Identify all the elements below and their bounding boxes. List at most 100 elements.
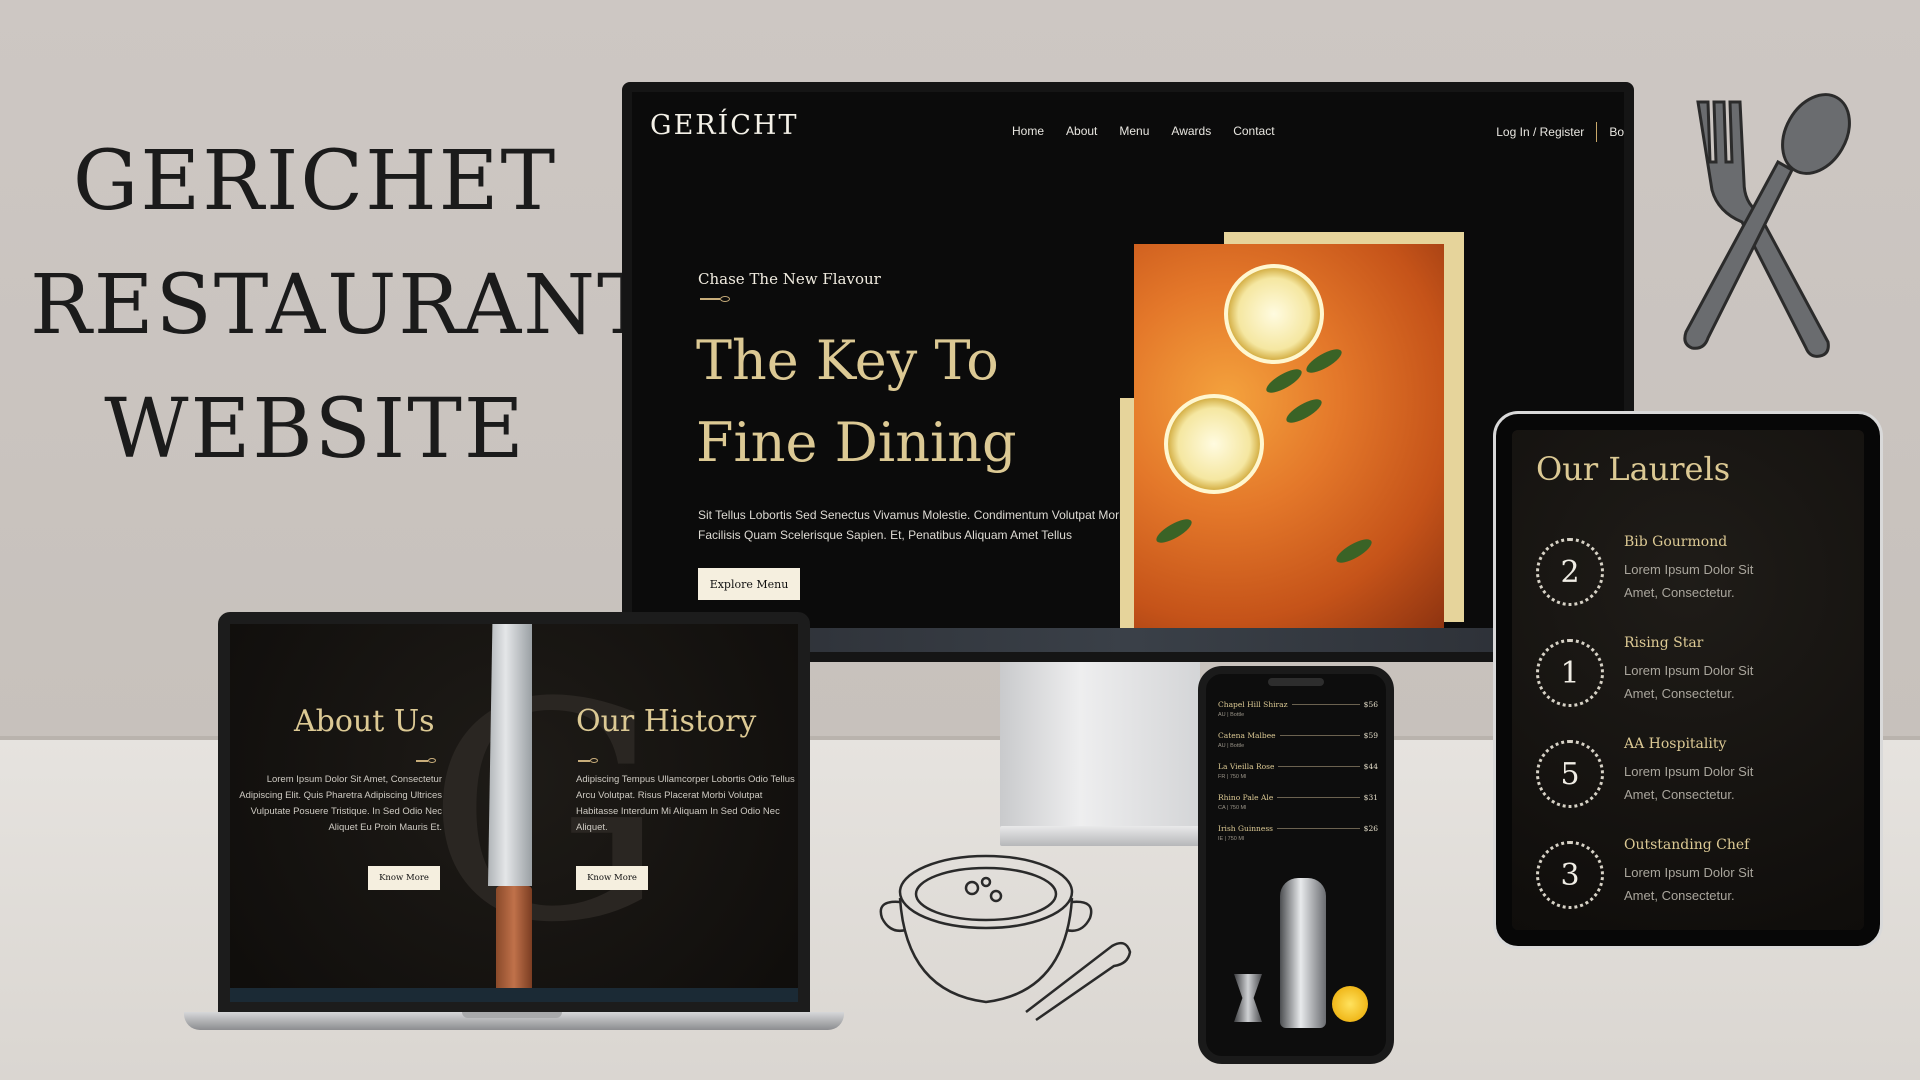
menu-leader-line bbox=[1277, 797, 1360, 798]
about-know-more-button[interactable]: Know More bbox=[368, 866, 440, 890]
desktop-monitor: GERÍCHT Home About Menu Awards Contact L… bbox=[622, 82, 1634, 662]
hero-description: Sit Tellus Lobortis Sed Senectus Vivamus… bbox=[698, 508, 1129, 542]
menu-item-detail: CA | 750 Ml bbox=[1218, 805, 1247, 811]
laurel-description: Lorem Ipsum Dolor Sit Amet, Consectetur. bbox=[1624, 865, 1754, 903]
history-text: Adipiscing Tempus Ullamcorper Lobortis O… bbox=[576, 774, 795, 833]
menu-item-detail: IE | 750 Ml bbox=[1218, 836, 1245, 842]
menu-item-price: $31 bbox=[1363, 793, 1378, 802]
menu-item-name: La Vieilla Rose bbox=[1218, 762, 1275, 771]
laurel-name: Outstanding Chef bbox=[1624, 837, 1750, 853]
nav-divider bbox=[1596, 122, 1598, 142]
laurel-name: Rising Star bbox=[1624, 635, 1704, 651]
site-logo[interactable]: GERÍCHT bbox=[650, 110, 799, 141]
laurel-wreath-icon: 2 bbox=[1536, 538, 1604, 606]
drinks-menu-list: Chapel Hill Shiraz $56 AU | Bottle Catena… bbox=[1218, 700, 1378, 855]
menu-leader-line bbox=[1291, 704, 1360, 705]
menu-item[interactable]: Catena Malbee $59 AU | Bottle bbox=[1218, 731, 1378, 762]
promo-headline: GERICHET RESTAURANT WEBSITE bbox=[30, 120, 654, 492]
monitor-stand bbox=[1000, 662, 1200, 832]
about-title: About Us bbox=[294, 704, 435, 739]
fork-spoon-icon bbox=[1683, 93, 1851, 358]
laurel-item: 5 AA Hospitality Lorem Ipsum Dolor Sit A… bbox=[1536, 736, 1856, 816]
menu-item-name: Irish Guinness bbox=[1218, 824, 1274, 833]
laurel-description: Lorem Ipsum Dolor Sit Amet, Consectetur. bbox=[1624, 663, 1754, 701]
menu-item-name: Rhino Pale Ale bbox=[1218, 793, 1274, 802]
nav-about[interactable]: About bbox=[1066, 124, 1097, 138]
nav-home[interactable]: Home bbox=[1012, 124, 1044, 138]
lemon-slice bbox=[1224, 264, 1324, 364]
laurel-item: 3 Outstanding Chef Lorem Ipsum Dolor Sit… bbox=[1536, 837, 1856, 917]
soup-bowl-sketch-icon bbox=[879, 854, 1132, 1022]
main-nav: Home About Menu Awards Contact bbox=[1012, 124, 1275, 138]
laurels-title: Our Laurels bbox=[1536, 450, 1731, 488]
tablet: Our Laurels 2 Bib Gourmond Lorem Ipsum D… bbox=[1496, 414, 1880, 946]
salmon-dish-image bbox=[1134, 244, 1444, 630]
menu-item-detail: FR | 750 Ml bbox=[1218, 774, 1247, 780]
tablet-screen: Our Laurels 2 Bib Gourmond Lorem Ipsum D… bbox=[1512, 430, 1864, 930]
laurel-description: Lorem Ipsum Dolor Sit Amet, Consectetur. bbox=[1624, 562, 1754, 600]
menu-item-name: Catena Malbee bbox=[1218, 731, 1276, 740]
laurel-description: Lorem Ipsum Dolor Sit Amet, Consectetur. bbox=[1624, 764, 1754, 802]
jigger-image bbox=[1234, 974, 1262, 1022]
about-divider-bowl bbox=[428, 758, 436, 763]
nav-awards[interactable]: Awards bbox=[1171, 124, 1211, 138]
hero-title: The Key To Fine Dining bbox=[696, 329, 1017, 474]
menu-leader-line bbox=[1277, 828, 1360, 829]
cocktail-shaker-image bbox=[1280, 878, 1326, 1028]
headline-line-2: RESTAURANT bbox=[30, 258, 654, 353]
menu-item-name: Chapel Hill Shiraz bbox=[1218, 700, 1288, 709]
spoon-divider-bowl bbox=[720, 296, 730, 302]
knife-blade bbox=[488, 624, 532, 886]
laurel-name: Bib Gourmond bbox=[1624, 534, 1728, 550]
book-table-link[interactable]: Bo bbox=[1609, 125, 1624, 139]
lemon-slice bbox=[1164, 394, 1264, 494]
os-taskbar[interactable] bbox=[230, 988, 798, 1002]
menu-leader-line bbox=[1278, 766, 1360, 767]
spoon-divider bbox=[700, 298, 720, 300]
tablet-camera bbox=[1674, 420, 1701, 425]
herb-garnish bbox=[1153, 514, 1195, 548]
menu-item-price: $26 bbox=[1363, 824, 1378, 833]
nav-contact[interactable]: Contact bbox=[1233, 124, 1274, 138]
history-know-more-button[interactable]: Know More bbox=[576, 866, 648, 890]
menu-item-price: $56 bbox=[1363, 700, 1378, 709]
about-divider bbox=[416, 760, 428, 762]
menu-item[interactable]: Rhino Pale Ale $31 CA | 750 Ml bbox=[1218, 793, 1378, 824]
history-title: Our History bbox=[576, 704, 757, 739]
laurel-item: 2 Bib Gourmond Lorem Ipsum Dolor Sit Ame… bbox=[1536, 534, 1856, 614]
history-divider bbox=[578, 760, 590, 762]
menu-item-price: $44 bbox=[1363, 762, 1378, 771]
laurel-wreath-icon: 1 bbox=[1536, 639, 1604, 707]
explore-menu-button[interactable]: Explore Menu bbox=[698, 568, 800, 600]
herb-garnish bbox=[1283, 394, 1325, 428]
menu-item-detail: AU | Bottle bbox=[1218, 712, 1245, 718]
menu-item-detail: AU | Bottle bbox=[1218, 743, 1245, 749]
laurel-item: 1 Rising Star Lorem Ipsum Dolor Sit Amet… bbox=[1536, 635, 1856, 715]
menu-leader-line bbox=[1279, 735, 1360, 736]
laptop: G About Us Lorem Ipsum Dolor Sit Amet, C… bbox=[218, 612, 810, 1014]
laurel-wreath-icon: 5 bbox=[1536, 740, 1604, 808]
phone-notch bbox=[1268, 678, 1324, 686]
history-divider-bowl bbox=[590, 758, 598, 763]
nav-menu[interactable]: Menu bbox=[1119, 124, 1149, 138]
nav-account: Log In / Register Bo bbox=[1496, 122, 1624, 142]
laptop-screen: G About Us Lorem Ipsum Dolor Sit Amet, C… bbox=[230, 624, 798, 1002]
menu-item[interactable]: Irish Guinness $26 IE | 750 Ml bbox=[1218, 824, 1378, 855]
headline-line-1: GERICHET bbox=[72, 134, 558, 229]
menu-item[interactable]: Chapel Hill Shiraz $56 AU | Bottle bbox=[1218, 700, 1378, 731]
herb-garnish bbox=[1263, 364, 1305, 398]
laurel-name: AA Hospitality bbox=[1624, 736, 1727, 752]
hero-subtitle: Chase The New Flavour bbox=[698, 270, 881, 288]
herb-garnish bbox=[1303, 344, 1345, 378]
mobile-phone: Chapel Hill Shiraz $56 AU | Bottle Catena… bbox=[1198, 666, 1394, 1064]
laptop-notch bbox=[462, 1012, 562, 1018]
herb-garnish bbox=[1333, 534, 1375, 568]
about-text: Lorem Ipsum Dolor Sit Amet, Consectetur … bbox=[239, 774, 442, 833]
login-register-link[interactable]: Log In / Register bbox=[1496, 125, 1584, 139]
menu-item[interactable]: La Vieilla Rose $44 FR | 750 Ml bbox=[1218, 762, 1378, 793]
lemon-garnish-image bbox=[1332, 986, 1368, 1022]
knife-handle bbox=[496, 886, 532, 994]
menu-item-price: $59 bbox=[1363, 731, 1378, 740]
headline-line-3: WEBSITE bbox=[104, 382, 526, 477]
laurel-wreath-icon: 3 bbox=[1536, 841, 1604, 909]
